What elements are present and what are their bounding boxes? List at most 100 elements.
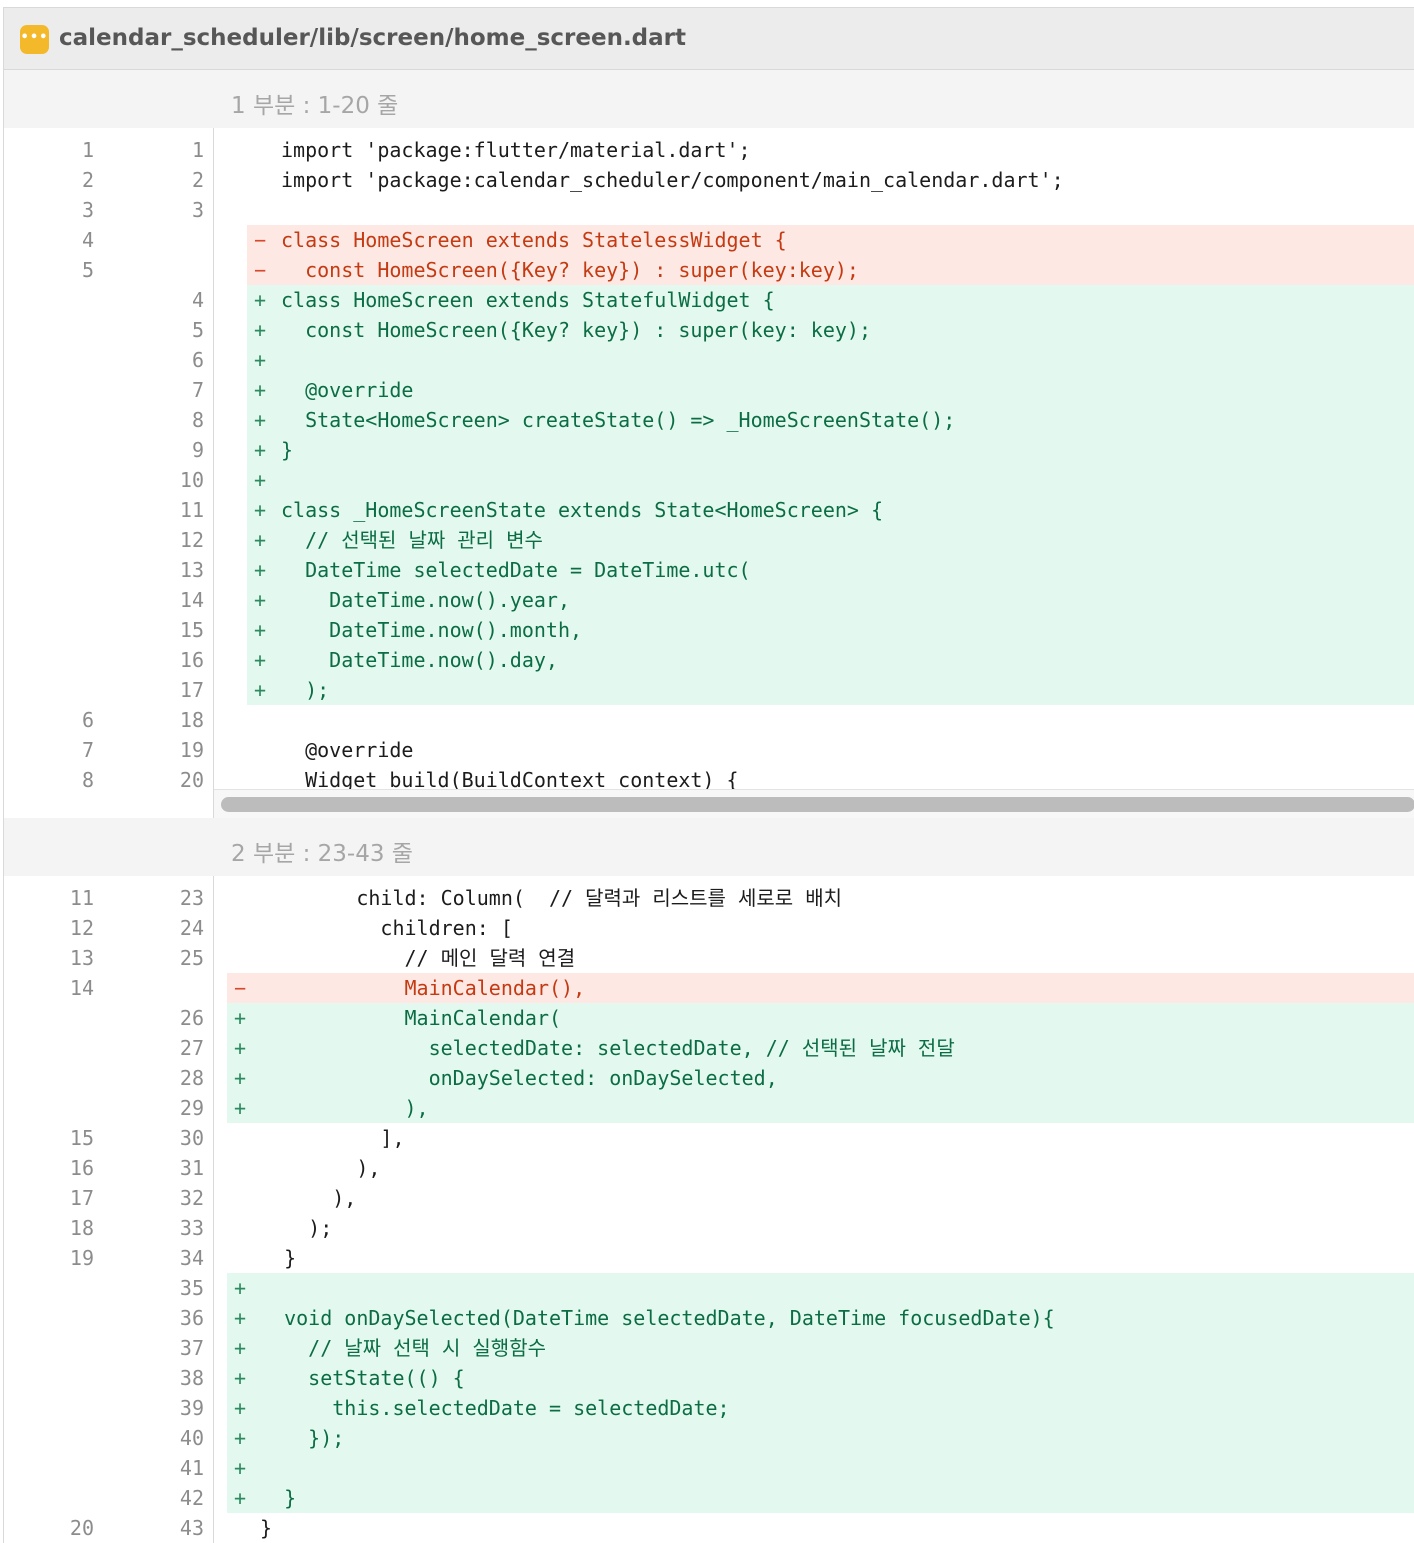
new-line-number: 39 xyxy=(179,1396,204,1420)
code-text: onDaySelected: onDaySelected, xyxy=(260,1066,778,1090)
new-line-number: 17 xyxy=(179,678,204,702)
added-line: 41 + xyxy=(4,1453,1414,1483)
code-text: } xyxy=(281,438,294,462)
new-line-number: 11 xyxy=(179,498,204,522)
code-text: ), xyxy=(260,1096,429,1120)
added-line: 39 + this.selectedDate = selectedDate; xyxy=(4,1393,1414,1423)
context-line: 2 2 import 'package:calendar_scheduler/com… xyxy=(4,165,1414,195)
added-line: 12 + // 선택된 날짜 관리 변수 xyxy=(4,525,1414,555)
code-text: ], xyxy=(260,1126,405,1150)
old-line-number: 3 xyxy=(81,198,94,222)
code-text: import 'package:calendar_scheduler/compo… xyxy=(281,168,1064,192)
code-text: class _HomeScreenState extends State<Hom… xyxy=(281,498,884,522)
line-highlight xyxy=(247,675,1414,705)
plus-marker: + xyxy=(254,318,267,342)
line-highlight xyxy=(227,1453,1414,1483)
plus-marker: + xyxy=(254,468,267,492)
code-text: } xyxy=(260,1246,297,1270)
new-line-number: 7 xyxy=(191,378,204,402)
added-line: 40 + }); xyxy=(4,1423,1414,1453)
code-text: } xyxy=(260,1486,297,1510)
plus-marker: + xyxy=(234,1486,247,1510)
code-text: setState(() { xyxy=(260,1366,465,1390)
minus-marker: − xyxy=(234,976,247,1000)
plus-marker: + xyxy=(234,1006,247,1030)
new-line-number: 36 xyxy=(179,1306,204,1330)
old-line-number: 6 xyxy=(81,708,94,732)
code-text: class HomeScreen extends StatefulWidget … xyxy=(281,288,775,312)
new-line-number: 20 xyxy=(179,768,204,792)
plus-marker: + xyxy=(234,1456,247,1480)
new-line-number: 24 xyxy=(179,916,204,940)
added-line: 29 + ), xyxy=(4,1093,1414,1123)
new-line-number: 13 xyxy=(179,558,204,582)
new-line-number: 40 xyxy=(179,1426,204,1450)
code-text: this.selectedDate = selectedDate; xyxy=(260,1396,730,1420)
old-line-number: 2 xyxy=(81,168,94,192)
plus-marker: + xyxy=(234,1336,247,1360)
context-line: 20 43} xyxy=(4,1513,1414,1543)
added-line: 28 + onDaySelected: onDaySelected, xyxy=(4,1063,1414,1093)
added-line: 38 + setState(() { xyxy=(4,1363,1414,1393)
plus-marker: + xyxy=(234,1366,247,1390)
removed-line: 5 − const HomeScreen({Key? key}) : super(… xyxy=(4,255,1414,285)
new-line-number: 14 xyxy=(179,588,204,612)
plus-marker: + xyxy=(234,1036,247,1060)
new-line-number: 25 xyxy=(179,946,204,970)
old-line-number: 15 xyxy=(69,1126,94,1150)
line-highlight xyxy=(227,1423,1414,1453)
plus-marker: + xyxy=(254,288,267,312)
old-line-number: 12 xyxy=(69,916,94,940)
context-line: 33 xyxy=(4,195,1414,225)
code-text: const HomeScreen({Key? key}) : super(key… xyxy=(281,318,872,342)
line-highlight xyxy=(247,435,1414,465)
old-line-number: 7 xyxy=(81,738,94,762)
added-line: 26 + MainCalendar( xyxy=(4,1003,1414,1033)
old-line-number: 16 xyxy=(69,1156,94,1180)
context-line: 16 31 ), xyxy=(4,1153,1414,1183)
code-text: @override xyxy=(281,378,414,402)
old-line-number: 1 xyxy=(81,138,94,162)
new-line-number: 31 xyxy=(179,1156,204,1180)
context-line: 19 34 } xyxy=(4,1243,1414,1273)
code-text: ); xyxy=(281,678,330,702)
added-line: 5 + const HomeScreen({Key? key}) : super(… xyxy=(4,315,1414,345)
plus-marker: + xyxy=(254,498,267,522)
new-line-number: 34 xyxy=(179,1246,204,1270)
context-line: 18 33 ); xyxy=(4,1213,1414,1243)
line-highlight xyxy=(247,465,1414,495)
code-text: // 선택된 날짜 관리 변수 xyxy=(281,528,543,552)
plus-marker: + xyxy=(234,1426,247,1450)
more-dots-icon[interactable]: ••• xyxy=(20,25,49,54)
line-highlight xyxy=(247,375,1414,405)
old-line-number: 14 xyxy=(69,976,94,1000)
added-line: 42 + } xyxy=(4,1483,1414,1513)
added-line: 4 + class HomeScreen extends StatefulWidge… xyxy=(4,285,1414,315)
new-line-number: 35 xyxy=(179,1276,204,1300)
new-line-number: 18 xyxy=(179,708,204,732)
code-text: class HomeScreen extends StatelessWidget… xyxy=(281,228,787,252)
new-line-number: 32 xyxy=(179,1186,204,1210)
code-text: MainCalendar( xyxy=(260,1006,562,1030)
context-line: 17 32 ), xyxy=(4,1183,1414,1213)
new-line-number: 33 xyxy=(179,1216,204,1240)
line-highlight xyxy=(227,1483,1414,1513)
plus-marker: + xyxy=(234,1096,247,1120)
horizontal-scrollbar-thumb[interactable] xyxy=(221,797,1414,812)
old-line-number: 5 xyxy=(81,258,94,282)
context-line: 12 24 children: [ xyxy=(4,913,1414,943)
old-line-number: 20 xyxy=(69,1516,94,1540)
code-text: child: Column( // 달력과 리스트를 세로로 배치 xyxy=(260,886,843,910)
code-text: ), xyxy=(260,1156,381,1180)
hunk-label-1: 1 부분 : 1-20 줄 xyxy=(231,93,399,119)
new-line-number: 37 xyxy=(179,1336,204,1360)
context-line: 6 18 xyxy=(4,705,1414,735)
plus-marker: + xyxy=(254,348,267,372)
new-line-number: 23 xyxy=(179,886,204,910)
old-line-number: 17 xyxy=(69,1186,94,1210)
diff-view: ••• calendar_scheduler/lib/screen/home_s… xyxy=(3,7,1414,1543)
code-text: @override xyxy=(281,738,414,762)
added-line: 8 + State<HomeScreen> createState() => _H… xyxy=(4,405,1414,435)
code-text: import 'package:flutter/material.dart'; xyxy=(281,138,751,162)
new-line-number: 30 xyxy=(179,1126,204,1150)
